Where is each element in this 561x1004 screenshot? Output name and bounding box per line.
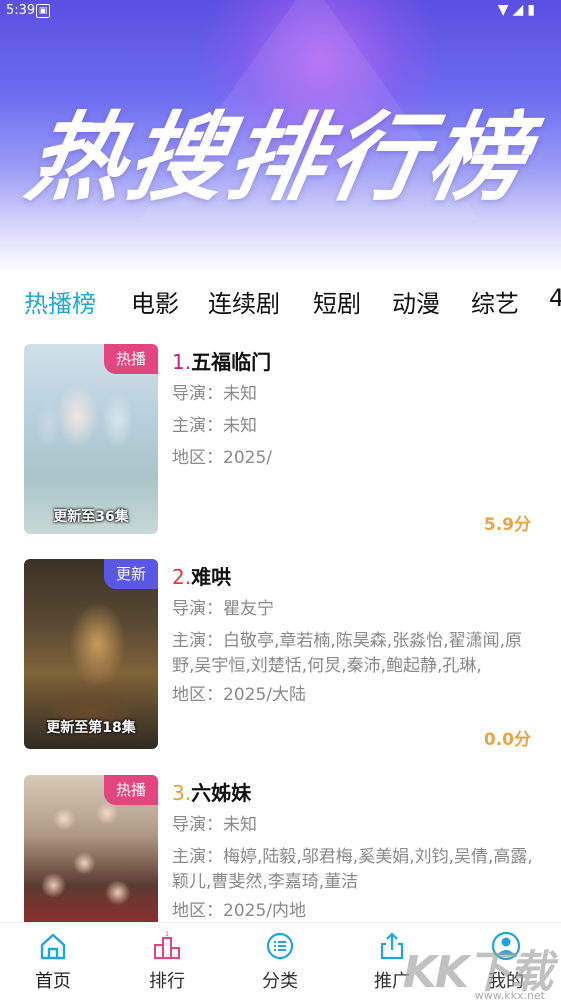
nav-ranking[interactable]: 1 排行: [127, 931, 207, 993]
director-text: 导演：未知: [172, 384, 257, 404]
watermark-url: www.kkx.net: [474, 989, 545, 1002]
poster-image[interactable]: 更新 更新至第18集: [24, 559, 158, 749]
title-text: 难哄: [191, 565, 232, 589]
tab-hot[interactable]: 热播榜: [24, 284, 96, 319]
director-text: 导演：未知: [172, 815, 257, 835]
signal-icon: ◢: [512, 2, 528, 18]
rank-number: 1.: [172, 350, 192, 374]
nav-home-label: 首页: [35, 971, 71, 992]
episode-update-label: 更新至第18集: [46, 720, 136, 736]
hot-badge: 热播: [104, 775, 158, 805]
battery-icon: ▮: [527, 2, 539, 18]
title-text: 五福临门: [191, 350, 272, 374]
director-text: 导演：瞿友宁: [172, 599, 274, 619]
score-text: 5.9分: [483, 515, 531, 535]
list-item[interactable]: 热播 更新至36集 1.五福临门 导演：未知 主演：未知 地区：2025/ 5.…: [0, 344, 561, 544]
watermark-logo: KK下载 www.kkx.net: [403, 936, 553, 1002]
status-bar: 5:39 ▣ ▼◢▮: [0, 0, 561, 22]
wifi-icon: ▼: [497, 2, 513, 18]
category-icon: [266, 932, 294, 960]
tab-variety[interactable]: 综艺: [471, 284, 519, 319]
cast-text: 主演：未知: [172, 416, 257, 436]
tab-movie[interactable]: 电影: [131, 284, 179, 319]
list-item[interactable]: 更新 更新至第18集 2.难哄 导演：瞿友宁 主演：白敬亭,章若楠,陈昊森,张淼…: [0, 559, 561, 759]
notification-icon: ▣: [36, 4, 50, 18]
title-text: 六姊妹: [191, 781, 252, 805]
tab-series[interactable]: 连续剧: [208, 284, 280, 319]
episode-update-label: 更新至36集: [53, 509, 129, 525]
item-title[interactable]: 1.五福临门: [172, 346, 271, 375]
score-text: 0.0分: [483, 730, 531, 750]
item-title[interactable]: 3.六姊妹: [172, 777, 251, 806]
new-badge: 更新: [104, 559, 158, 589]
tab-anime[interactable]: 动漫: [392, 284, 440, 319]
svg-text:1: 1: [165, 931, 169, 938]
region-text: 地区：2025/: [172, 448, 272, 468]
rank-number: 2.: [172, 565, 192, 589]
nav-home[interactable]: 首页: [13, 931, 93, 993]
cast-text: 主演：白敬亭,章若楠,陈昊森,张淼怡,翟潇闻,原野,吴宇恒,刘楚恬,何炅,秦沛,…: [172, 631, 523, 676]
nav-category[interactable]: 分类: [240, 931, 320, 993]
poster-image[interactable]: 热播: [24, 775, 158, 922]
home-icon: [40, 933, 66, 960]
tab-short[interactable]: 短剧: [313, 284, 361, 319]
region-text: 地区：2025/大陆: [172, 685, 306, 705]
page-title: 热搜排行榜: [19, 102, 539, 214]
category-tabs: 热播榜 电影 连续剧 短剧 动漫 综艺 4: [0, 272, 561, 328]
region-text: 地区：2025/内地: [172, 901, 306, 921]
poster-image[interactable]: 热播 更新至36集: [24, 344, 158, 534]
status-time: 5:39: [6, 3, 36, 18]
hero-banner: 5:39 ▣ ▼◢▮ 热搜排行榜: [0, 0, 561, 272]
cast-text: 主演：梅婷,陆毅,邬君梅,奚美娟,刘钧,吴倩,高露,颖儿,曹斐然,李嘉琦,董洁: [172, 847, 533, 892]
item-title[interactable]: 2.难哄: [172, 561, 231, 590]
hot-badge: 热播: [104, 344, 158, 374]
nav-category-label: 分类: [262, 971, 298, 992]
nav-ranking-label: 排行: [149, 971, 185, 992]
tab-more[interactable]: 4: [549, 284, 561, 312]
rank-number: 3.: [172, 781, 192, 805]
ranking-icon: 1: [154, 931, 180, 959]
bottom-navigation: 首页 1 排行 分类 推广 我的 KK下载 www.kkx.net: [0, 922, 561, 1004]
status-icons: ▼◢▮: [498, 2, 539, 18]
